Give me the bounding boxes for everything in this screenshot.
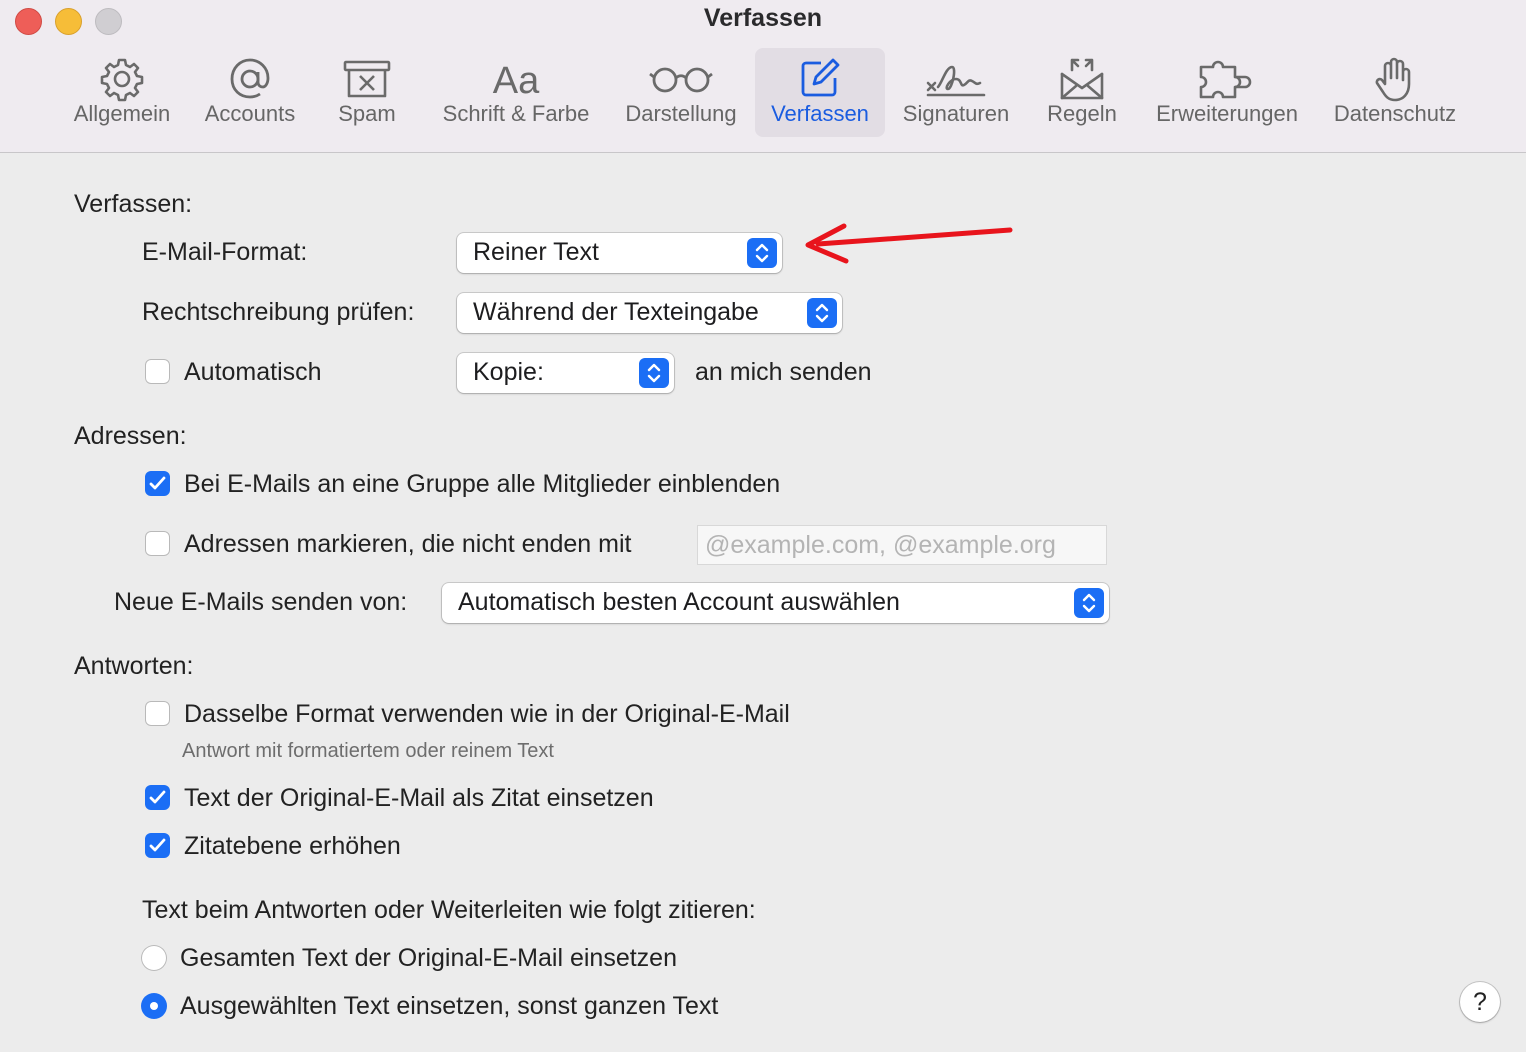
- tab-label: Allgemein: [73, 101, 171, 126]
- tab-label: Erweiterungen: [1156, 101, 1298, 126]
- help-button[interactable]: ?: [1460, 982, 1500, 1022]
- glasses-icon: [614, 54, 748, 104]
- chevron-updown-icon: [639, 358, 669, 388]
- checkmark-icon: [149, 790, 166, 804]
- email-format-popup[interactable]: Reiner Text: [457, 233, 782, 273]
- mark-addresses-field[interactable]: [697, 525, 1107, 565]
- chevron-updown-icon: [807, 298, 837, 328]
- checkmark-icon: [149, 838, 166, 852]
- signature-icon: [893, 54, 1019, 104]
- toolbar: Verfassen Allgemein Accounts Spam Aa Sch…: [0, 0, 1526, 153]
- spellcheck-label: Rechtschreibung prüfen:: [142, 298, 415, 326]
- tab-datenschutz[interactable]: Datenschutz: [1322, 48, 1468, 137]
- puzzle-icon: [1142, 54, 1312, 104]
- tab-verfassen[interactable]: Verfassen: [755, 48, 885, 137]
- increase-quote-label: Zitatebene erhöhen: [184, 832, 401, 860]
- chevron-updown-icon: [747, 238, 777, 268]
- same-format-sub: Antwort mit formatiertem oder reinem Tex…: [182, 740, 554, 762]
- email-format-value: Reiner Text: [473, 238, 599, 266]
- tab-label: Datenschutz: [1333, 101, 1457, 126]
- checkmark-icon: [149, 476, 166, 490]
- quote-all-radio[interactable]: [141, 945, 167, 971]
- send-from-label: Neue E-Mails senden von:: [114, 588, 408, 616]
- mark-addresses-input[interactable]: [697, 525, 1107, 565]
- tab-spam[interactable]: Spam: [318, 48, 416, 137]
- tab-signaturen[interactable]: Signaturen: [893, 48, 1019, 137]
- gear-icon: [62, 54, 182, 104]
- tab-label: Verfassen: [771, 101, 869, 126]
- chevron-updown-icon: [1074, 588, 1104, 618]
- svg-text:Aa: Aa: [493, 60, 540, 101]
- copy-type-popup[interactable]: Kopie:: [457, 353, 674, 393]
- junk-tray-icon: [318, 54, 416, 104]
- rules-envelope-icon: [1036, 54, 1128, 104]
- quote-all-label: Gesamten Text der Original-E-Mail einset…: [180, 944, 677, 972]
- tab-regeln[interactable]: Regeln: [1036, 48, 1128, 137]
- same-format-checkbox[interactable]: [145, 701, 170, 726]
- tab-label: Signaturen: [902, 101, 1010, 126]
- mark-addresses-checkbox[interactable]: [145, 531, 170, 556]
- copy-type-value: Kopie:: [473, 358, 544, 386]
- email-format-label: E-Mail-Format:: [142, 238, 308, 266]
- font-icon: Aa: [428, 54, 604, 104]
- send-from-value: Automatisch besten Account auswählen: [458, 588, 900, 616]
- mark-addresses-label: Adressen markieren, die nicht enden mit: [184, 530, 632, 558]
- copy-suffix-label: an mich senden: [695, 358, 872, 386]
- hand-icon: [1322, 54, 1468, 104]
- tab-label: Darstellung: [625, 101, 737, 126]
- quote-mode-heading: Text beim Antworten oder Weiterleiten wi…: [142, 896, 756, 924]
- same-format-label: Dasselbe Format verwenden wie in der Ori…: [184, 700, 790, 728]
- auto-copy-checkbox[interactable]: [145, 359, 170, 384]
- tab-darstellung[interactable]: Darstellung: [614, 48, 748, 137]
- spellcheck-popup[interactable]: Während der Texteingabe: [457, 293, 842, 333]
- addresses-heading: Adressen:: [74, 422, 187, 450]
- replies-heading: Antworten:: [74, 652, 194, 680]
- quote-original-checkbox[interactable]: [145, 785, 170, 810]
- tab-allgemein[interactable]: Allgemein: [62, 48, 182, 137]
- show-group-members-checkbox[interactable]: [145, 471, 170, 496]
- quote-selected-radio[interactable]: [141, 993, 167, 1019]
- tab-schrift-farbe[interactable]: Aa Schrift & Farbe: [428, 48, 604, 137]
- tab-erweiterungen[interactable]: Erweiterungen: [1142, 48, 1312, 137]
- annotation-arrow: [805, 223, 1013, 264]
- auto-copy-label: Automatisch: [184, 358, 322, 386]
- tab-label: Schrift & Farbe: [442, 101, 590, 126]
- quote-selected-label: Ausgewählten Text einsetzen, sonst ganze…: [180, 992, 719, 1020]
- show-group-members-label: Bei E-Mails an eine Gruppe alle Mitglied…: [184, 470, 781, 498]
- tab-label: Spam: [338, 101, 396, 126]
- tab-label: Regeln: [1047, 101, 1117, 126]
- compose-icon: [755, 54, 885, 104]
- compose-heading: Verfassen:: [74, 190, 193, 218]
- at-icon: [190, 54, 310, 104]
- quote-original-label: Text der Original-E-Mail als Zitat einse…: [184, 784, 654, 812]
- window-title: Verfassen: [703, 4, 823, 32]
- send-from-popup[interactable]: Automatisch besten Account auswählen: [442, 583, 1109, 623]
- tab-accounts[interactable]: Accounts: [190, 48, 310, 137]
- tab-label: Accounts: [204, 101, 296, 126]
- spellcheck-value: Während der Texteingabe: [473, 298, 759, 326]
- increase-quote-checkbox[interactable]: [145, 833, 170, 858]
